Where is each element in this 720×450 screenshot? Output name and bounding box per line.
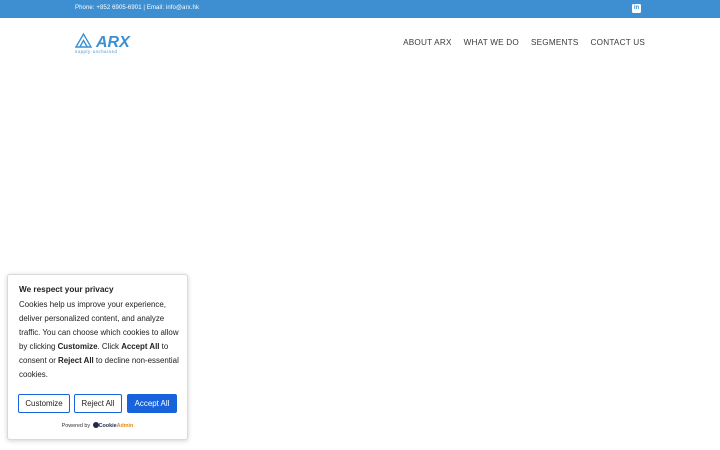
nav-contact-us[interactable]: CONTACT US (591, 38, 645, 47)
nav-about-arx[interactable]: ABOUT ARX (403, 38, 452, 47)
nav-what-we-do[interactable]: WHAT WE DO (464, 38, 519, 47)
customize-button[interactable]: Customize (18, 394, 70, 413)
cookie-banner-text: Cookies help us improve your experience,… (19, 300, 179, 379)
site-logo[interactable]: ARX supply·unchained (75, 32, 145, 56)
logo-tagline: supply·unchained (75, 49, 118, 54)
nav-segments[interactable]: SEGMENTS (531, 38, 579, 47)
linkedin-icon[interactable]: in (632, 4, 641, 13)
cookieadmin-brand[interactable]: CookieAdmin (99, 423, 134, 429)
customize-keyword: Customize (57, 342, 98, 351)
main-nav: ABOUT ARX WHAT WE DO SEGMENTS CONTACT US (403, 38, 645, 47)
cookie-consent-banner: We respect your privacy Cookies help us … (7, 274, 188, 440)
logo-wordmark: ARX (95, 34, 131, 50)
cookie-banner-title: We respect your privacy (19, 285, 114, 294)
accept-all-button[interactable]: Accept All (127, 394, 177, 413)
arx-logo-icon: ARX (75, 32, 131, 50)
accept-keyword: Accept All (121, 342, 160, 351)
contact-info: Phone: +852 6905-6901 | Email: info@arx.… (75, 5, 200, 11)
reject-all-button[interactable]: Reject All (74, 394, 122, 413)
powered-by: Powered by CookieAdmin (61, 422, 134, 429)
reject-keyword: Reject All (58, 356, 94, 365)
site-header: ARX supply·unchained ABOUT ARX WHAT WE D… (0, 18, 720, 66)
top-contact-bar: Phone: +852 6905-6901 | Email: info@arx.… (0, 0, 720, 18)
